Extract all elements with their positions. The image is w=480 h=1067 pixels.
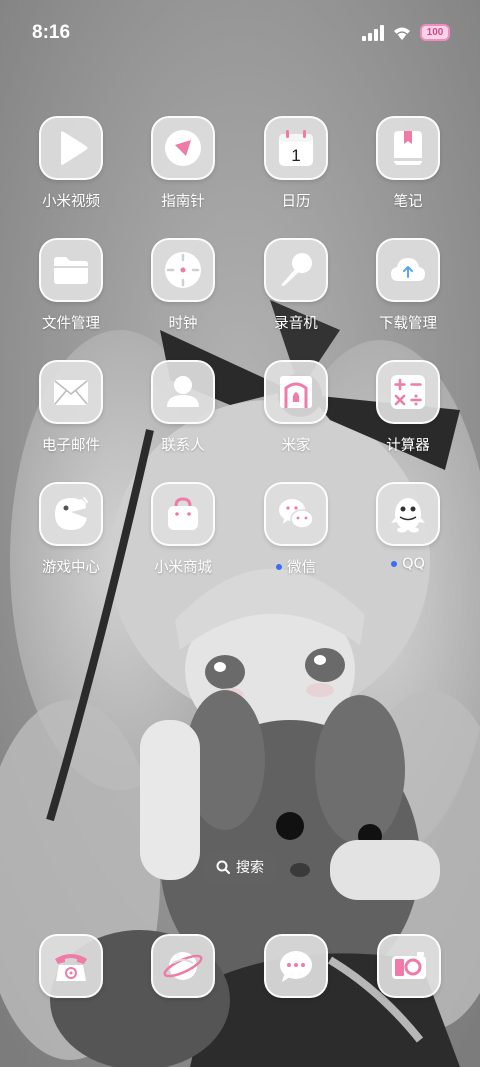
app-mi-store[interactable]: 小米商城 [127,482,239,594]
app-label: 笔记 [393,194,423,210]
app-label: QQ [402,556,425,572]
app-file-manager[interactable]: 文件管理 [15,238,127,350]
app-label: 联系人 [161,438,205,454]
envelope-icon [54,380,88,405]
app-label: 指南针 [161,194,205,210]
signal-bars-icon [362,24,384,41]
app-downloads[interactable]: 下载管理 [352,238,464,350]
new-app-dot [391,561,398,567]
app-label: 下载管理 [379,316,437,332]
app-mi-video[interactable]: 小米视频 [15,116,127,228]
app-label: 小米商城 [154,560,212,576]
telephone-icon [55,954,87,981]
dock-browser[interactable] [151,934,215,998]
microphone-icon [281,253,312,286]
game-bird-icon [55,497,88,530]
penguin-icon [391,498,425,533]
battery-indicator: 100 [420,24,450,41]
shopping-bag-icon [168,497,198,530]
app-mi-home[interactable]: 米家 [240,360,352,472]
cloud-download-icon [391,258,425,281]
calendar-icon: 1 [279,130,313,166]
app-contacts[interactable]: 联系人 [127,360,239,472]
app-qq[interactable]: QQ [352,482,464,594]
home-icon [280,376,312,408]
app-label: 米家 [281,438,311,454]
status-bar: 8:16 100 [0,0,480,68]
dock-phone[interactable] [39,934,103,998]
app-compass[interactable]: 指南针 [127,116,239,228]
app-clock[interactable]: 时钟 [127,238,239,350]
wechat-icon [279,499,314,529]
calendar-date: 1 [291,146,300,165]
dock-messages[interactable] [264,934,328,998]
folder-icon [54,257,88,284]
app-game-center[interactable]: 游戏中心 [15,482,127,594]
app-email[interactable]: 电子邮件 [15,360,127,472]
browser-planet-icon [163,952,203,980]
search-icon [216,860,230,874]
wifi-icon [394,27,410,40]
app-label: 计算器 [386,438,430,454]
person-icon [167,376,199,407]
status-time: 8:16 [32,22,71,43]
calculator-icon [391,375,425,409]
app-label: 录音机 [274,316,318,332]
notebook-icon [394,131,422,165]
app-label: 文件管理 [42,316,100,332]
app-wechat[interactable]: 微信 [240,482,352,594]
compass-icon [165,130,201,166]
app-label: 日历 [281,194,311,210]
app-label: 小米视频 [42,194,100,210]
app-notes[interactable]: 笔记 [352,116,464,228]
system-icons: 100 [362,24,450,41]
search-label: 搜索 [236,860,264,876]
message-bubble-icon [280,951,312,982]
app-recorder[interactable]: 录音机 [240,238,352,350]
app-label: 电子邮件 [42,438,100,454]
app-label: 游戏中心 [42,560,100,576]
app-label: 时钟 [168,316,198,332]
app-calculator[interactable]: 计算器 [352,360,464,472]
dock-camera[interactable] [377,934,441,998]
app-calendar[interactable]: 1 日历 [240,116,352,228]
new-app-dot [276,563,282,570]
clock-icon [165,252,201,288]
app-label: 微信 [287,560,316,576]
camera-icon [392,952,426,979]
play-icon [61,131,88,165]
search-button[interactable]: 搜索 [202,850,278,884]
